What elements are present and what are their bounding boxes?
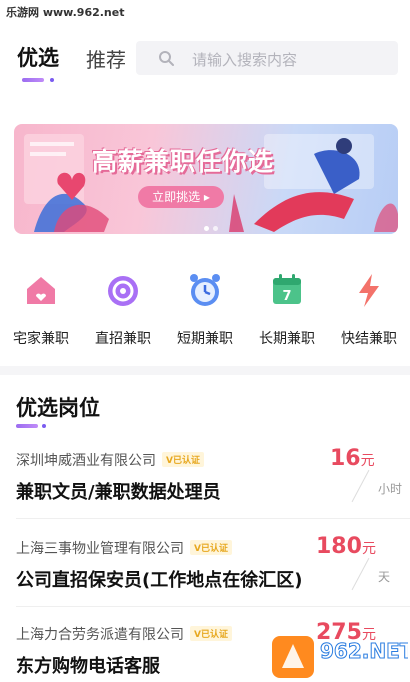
- verified-badge: V已认证: [162, 452, 204, 467]
- tab-youxuan[interactable]: 优选: [17, 42, 59, 72]
- job-separator: [16, 518, 410, 519]
- calendar-icon: 7: [273, 274, 301, 304]
- svg-text:乐游网: 乐游网: [356, 665, 395, 680]
- category-label: 宅家兼职: [13, 331, 69, 347]
- category-duanqi[interactable]: 短期兼职: [164, 270, 246, 348]
- banner-dot: [213, 226, 218, 231]
- job-title: 东方购物电话客服: [16, 656, 160, 677]
- salary-divider: [351, 469, 370, 503]
- company-name: 深圳坤威酒业有限公司 V已认证: [16, 450, 204, 470]
- salary-period: 小时: [378, 482, 403, 496]
- search-input[interactable]: 请输入搜索内容: [136, 41, 398, 75]
- banner-title: 高薪兼职任你选: [92, 147, 275, 176]
- category-changqi[interactable]: 7 长期兼职: [246, 270, 328, 348]
- banner-cta-button[interactable]: 立即挑选 ▸: [138, 186, 224, 208]
- category-label: 短期兼职: [177, 331, 233, 347]
- watermark-logo: 962.NET 乐游网: [272, 636, 408, 680]
- section-indicator: [16, 424, 38, 428]
- tab-indicator-dot: [50, 78, 54, 82]
- promo-banner[interactable]: 高薪兼职任你选 立即挑选 ▸: [14, 124, 398, 234]
- job-title: 兼职文员/兼职数据处理员: [16, 482, 221, 503]
- job-salary: 16元: [330, 446, 375, 471]
- lightning-icon: [359, 274, 379, 307]
- job-salary: 180元: [316, 534, 376, 559]
- job-separator: [16, 606, 410, 607]
- category-kuaijie[interactable]: 快结兼职: [328, 270, 410, 348]
- svg-text:7: 7: [282, 289, 291, 304]
- alarm-clock-icon: [190, 274, 220, 306]
- svg-text:962.NET: 962.NET: [320, 639, 408, 663]
- top-bar: 优选 推荐 请输入搜索内容: [0, 28, 410, 98]
- salary-period: 天: [378, 570, 391, 584]
- company-name: 上海力合劳务派遣有限公司 V已认证: [16, 624, 232, 644]
- job-title: 公司直招保安员(工作地点在徐汇区): [16, 570, 303, 591]
- search-placeholder: 请输入搜索内容: [192, 51, 298, 69]
- watermark-text: 乐游网 www.962.net: [6, 6, 125, 19]
- verified-badge: V已认证: [190, 540, 232, 555]
- section-title: 优选岗位: [16, 396, 100, 420]
- banner-dot-active: [204, 226, 209, 231]
- section-indicator-dot: [42, 424, 46, 428]
- verified-badge: V已认证: [190, 626, 232, 641]
- category-label: 直招兼职: [95, 331, 151, 347]
- category-label: 快结兼职: [341, 331, 397, 347]
- target-icon: [108, 276, 138, 306]
- category-label: 长期兼职: [259, 331, 315, 347]
- category-zhaijia[interactable]: 宅家兼职: [0, 270, 82, 348]
- job-card[interactable]: 深圳坤威酒业有限公司 V已认证 兼职文员/兼职数据处理员 16元 小时: [0, 446, 410, 538]
- category-zhizhao[interactable]: 直招兼职: [82, 270, 164, 348]
- search-icon: [159, 51, 174, 66]
- tab-tuijian[interactable]: 推荐: [86, 44, 126, 73]
- section-divider: [0, 366, 410, 375]
- banner-pagination: [204, 216, 222, 234]
- job-card[interactable]: 上海三事物业管理有限公司 V已认证 公司直招保安员(工作地点在徐汇区) 180元 …: [0, 534, 410, 626]
- tab-indicator: [22, 78, 44, 82]
- home-icon: [27, 277, 55, 304]
- salary-divider: [351, 557, 370, 591]
- company-name: 上海三事物业管理有限公司 V已认证: [16, 538, 232, 558]
- category-row: 宅家兼职 直招兼职 短期兼职 7 长期兼职 快结兼职: [0, 270, 410, 350]
